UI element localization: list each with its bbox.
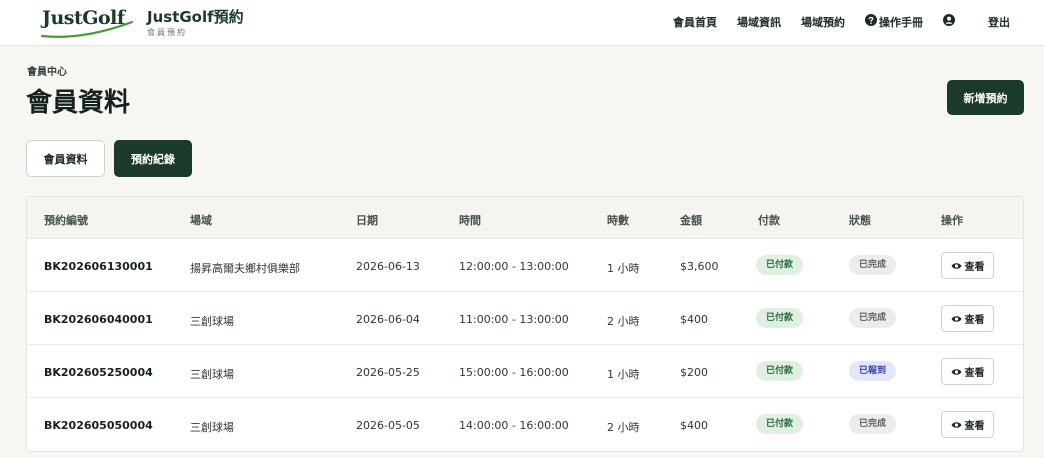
- booking-hours: 1 小時: [607, 262, 640, 275]
- booking-id: BK202605250004: [44, 366, 153, 379]
- table-row: BK202606130001 揚昇高爾夫鄉村俱樂部 2026-06-13 12:…: [27, 239, 1023, 292]
- booking-hours: 2 小時: [607, 315, 640, 328]
- payment-badge: 已付款: [756, 414, 804, 434]
- eye-icon: [951, 262, 961, 269]
- venue-name: 三創球場: [190, 421, 234, 434]
- booking-amount: $400: [680, 419, 708, 432]
- status-badge: 已完成: [849, 255, 897, 275]
- booking-date: 2026-05-05: [356, 419, 420, 432]
- table-row: BK202605250004 三創球場 2026-05-25 15:00:00 …: [27, 345, 1023, 398]
- top-header: JustGolf JustGolf預約 會員預約 會員首頁 場域資訊 場域預約 …: [0, 0, 1044, 46]
- booking-hours: 1 小時: [607, 368, 640, 381]
- header-status: 狀態: [849, 214, 871, 227]
- view-button-label: 查看: [964, 368, 985, 379]
- header-payment: 付款: [758, 214, 780, 227]
- page-title: 會員資料: [26, 88, 131, 118]
- eye-icon: [951, 421, 961, 428]
- payment-badge: 已付款: [756, 308, 804, 328]
- brand-subtitle: 會員預約: [147, 28, 187, 37]
- view-button-label: 查看: [964, 421, 985, 432]
- header-date: 日期: [356, 214, 378, 227]
- header-time: 時間: [459, 214, 481, 227]
- payment-badge: 已付款: [756, 255, 804, 275]
- booking-time: 15:00:00 - 16:00:00: [459, 366, 569, 379]
- booking-id: BK202605050004: [44, 419, 153, 432]
- booking-amount: $400: [680, 313, 708, 326]
- user-circle-icon[interactable]: [943, 14, 955, 26]
- new-booking-button[interactable]: 新增預約: [947, 80, 1024, 115]
- justgolf-logo[interactable]: JustGolf: [40, 6, 136, 40]
- nav-manual[interactable]: 操作手冊: [879, 14, 923, 30]
- breadcrumb: 會員中心: [27, 67, 67, 78]
- nav-venue-info[interactable]: 場域資訊: [737, 14, 781, 30]
- booking-date: 2026-06-04: [356, 313, 420, 326]
- venue-name: 三創球場: [190, 315, 234, 328]
- view-button[interactable]: 查看: [941, 358, 994, 385]
- tab-member-profile[interactable]: 會員資料: [26, 140, 105, 177]
- booking-time: 12:00:00 - 13:00:00: [459, 260, 569, 273]
- booking-time: 14:00:00 - 16:00:00: [459, 419, 569, 432]
- question-circle-icon[interactable]: [865, 14, 877, 26]
- view-button-label: 查看: [964, 262, 985, 273]
- logo-swoosh-icon: [40, 20, 134, 38]
- brand-title: JustGolf預約: [147, 8, 244, 26]
- booking-id: BK202606130001: [44, 260, 153, 273]
- view-button[interactable]: 查看: [941, 305, 994, 332]
- venue-name: 三創球場: [190, 368, 234, 381]
- table-row: BK202605050004 三創球場 2026-05-05 14:00:00 …: [27, 398, 1023, 451]
- booking-table: 預約編號 場域 日期 時間 時數 金額 付款 狀態 操作 BK202606130…: [26, 196, 1024, 452]
- nav-member-home[interactable]: 會員首頁: [673, 14, 717, 30]
- header-venue: 場域: [190, 214, 212, 227]
- header-amount: 金額: [680, 214, 702, 227]
- table-header-row: 預約編號 場域 日期 時間 時數 金額 付款 狀態 操作: [27, 197, 1023, 239]
- eye-icon: [951, 315, 961, 322]
- booking-amount: $3,600: [680, 260, 719, 273]
- venue-name: 揚昇高爾夫鄉村俱樂部: [190, 262, 300, 275]
- header-actions: 操作: [941, 214, 963, 227]
- view-button[interactable]: 查看: [941, 411, 994, 438]
- status-badge: 已完成: [849, 414, 897, 434]
- table-row: BK202606040001 三創球場 2026-06-04 11:00:00 …: [27, 292, 1023, 345]
- booking-hours: 2 小時: [607, 421, 640, 434]
- nav-venue-booking[interactable]: 場域預約: [801, 14, 845, 30]
- status-badge: 已報到: [849, 361, 897, 381]
- booking-date: 2026-06-13: [356, 260, 420, 273]
- status-badge: 已完成: [849, 308, 897, 328]
- header-hours: 時數: [607, 214, 629, 227]
- payment-badge: 已付款: [756, 361, 804, 381]
- booking-amount: $200: [680, 366, 708, 379]
- eye-icon: [951, 368, 961, 375]
- booking-id: BK202606040001: [44, 313, 153, 326]
- view-button-label: 查看: [964, 315, 985, 326]
- booking-date: 2026-05-25: [356, 366, 420, 379]
- tab-booking-records[interactable]: 預約紀錄: [114, 140, 192, 177]
- logout-link[interactable]: 登出: [988, 14, 1010, 30]
- view-button[interactable]: 查看: [941, 252, 994, 279]
- booking-time: 11:00:00 - 13:00:00: [459, 313, 569, 326]
- header-booking-id: 預約編號: [44, 214, 88, 227]
